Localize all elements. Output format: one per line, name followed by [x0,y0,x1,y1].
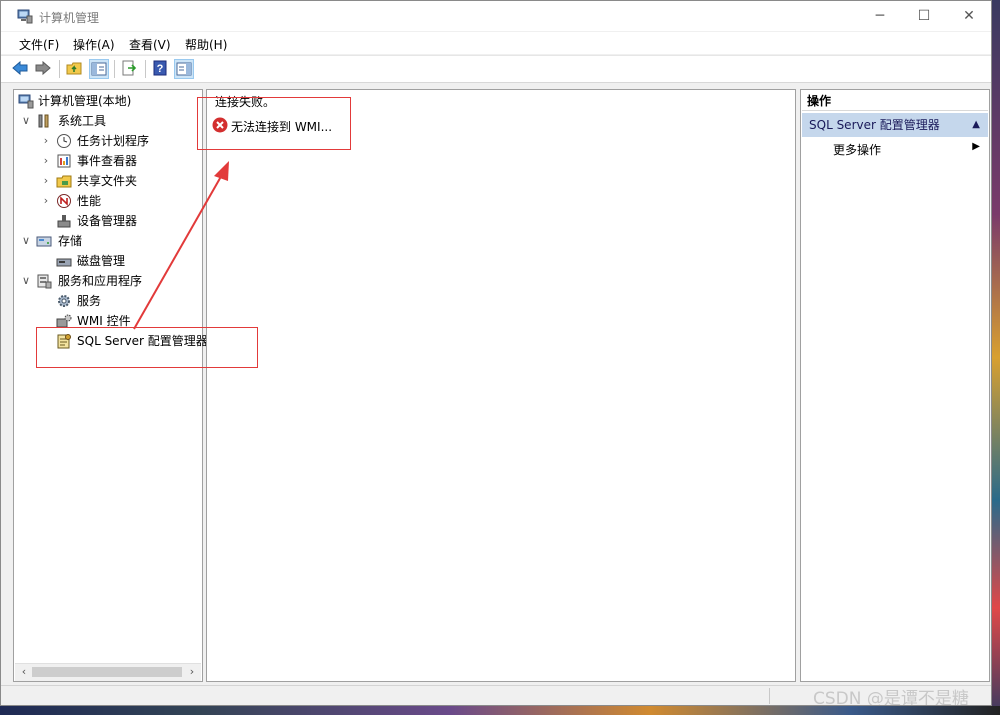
desktop-background-right [992,0,1000,715]
computer-management-window: 计算机管理 ─ ☐ ✕ 文件(F) 操作(A) 查看(V) 帮助(H) ? 计算… [0,0,992,706]
annotation-arrow [133,161,229,330]
desktop-background-bottom [0,706,1000,715]
